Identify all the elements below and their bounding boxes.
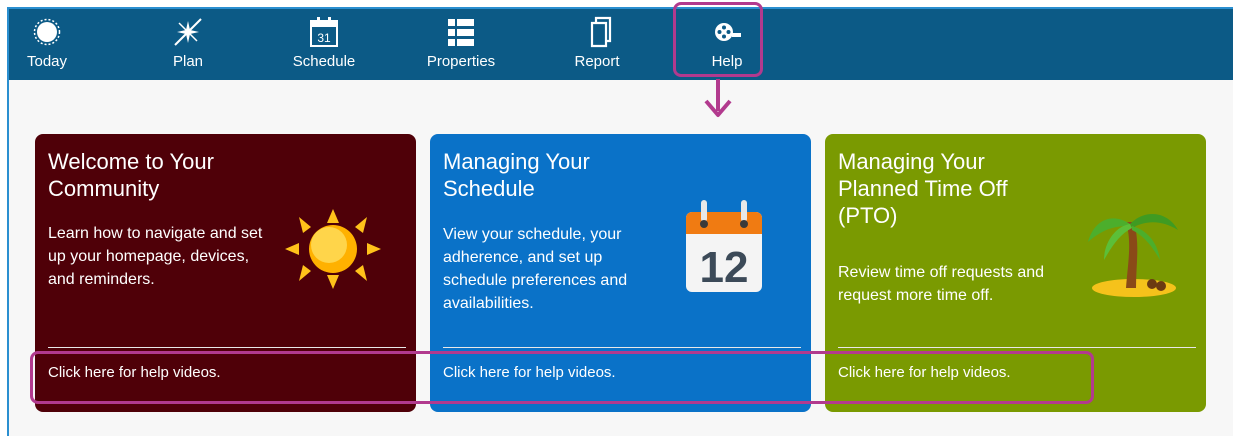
nav-item-properties[interactable]: Properties — [417, 9, 505, 80]
card-description: Review time off requests and request mor… — [838, 264, 1045, 304]
calendar-illustration: 12 — [686, 200, 762, 292]
nav-item-schedule[interactable]: 31 Schedule — [282, 9, 366, 80]
nav-label-plan: Plan — [172, 53, 204, 70]
nav-item-plan[interactable]: Plan — [153, 9, 223, 80]
card-title: Managing Your Planned Time Off (PTO) — [838, 149, 1008, 228]
card-divider — [443, 347, 801, 348]
compass-star-icon — [174, 18, 202, 46]
calendar-icon-day: 31 — [317, 31, 331, 45]
card-description: View your schedule, your adherence, and … — [443, 226, 628, 312]
card-title: Welcome to Your Community — [48, 149, 214, 201]
help-videos-callout-box — [30, 351, 1094, 404]
card-description: Learn how to navigate and set up your ho… — [48, 225, 263, 288]
card-divider — [838, 347, 1196, 348]
nav-label-report: Report — [574, 53, 620, 70]
nav-label-schedule: Schedule — [292, 53, 356, 70]
sun-icon — [33, 18, 61, 46]
nav-label-properties: Properties — [426, 53, 496, 70]
callout-arrow-down-icon — [704, 79, 732, 117]
sun-illustration — [285, 209, 381, 289]
list-icon — [448, 19, 474, 46]
card-title: Managing Your Schedule — [443, 149, 590, 201]
nav-item-today[interactable]: Today — [9, 9, 85, 80]
top-navbar: Today Plan 31 Schedule Properties Report… — [9, 9, 1233, 80]
document-copy-icon — [590, 16, 612, 48]
help-callout-box — [673, 2, 763, 77]
calendar-icon: 31 — [310, 17, 338, 47]
calendar-number: 12 — [700, 243, 749, 292]
nav-label-today: Today — [26, 53, 68, 70]
card-divider — [48, 347, 406, 348]
palm-tree-illustration — [1088, 213, 1178, 297]
nav-item-report[interactable]: Report — [564, 9, 630, 80]
